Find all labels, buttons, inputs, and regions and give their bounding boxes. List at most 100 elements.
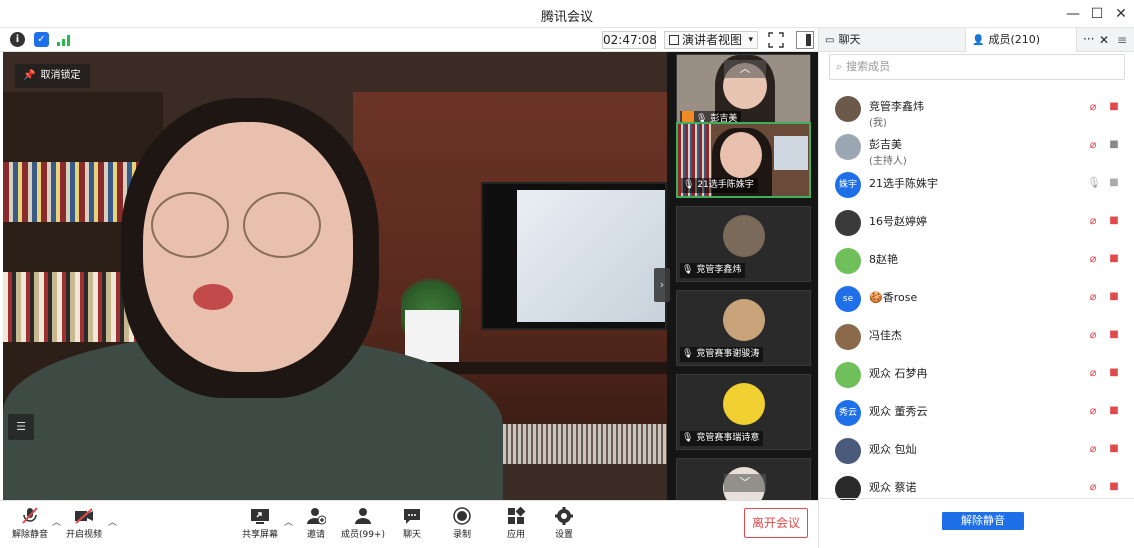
more-options-icon[interactable]: ··· [1083, 28, 1094, 50]
window-title: 腾讯会议 [540, 10, 593, 25]
fullscreen-icon[interactable] [768, 32, 784, 48]
mic-muted-icon[interactable]: ⌀ [1087, 138, 1099, 152]
member-row[interactable]: 观众 石梦冉 ⌀ ■ [819, 356, 1134, 392]
camera-off-icon[interactable]: ■ [1107, 215, 1121, 226]
mic-muted-icon[interactable]: ⌀ [1087, 442, 1099, 456]
mic-muted-icon: 🎙 [682, 349, 694, 359]
bottom-toolbar: 解除静音 ︿ 开启视频 ︿ 共享屏幕 ︿ 邀请 成员(99+) 聊天 录制 应用… [0, 500, 818, 548]
unmute-all-button[interactable]: 解除静音 [942, 512, 1024, 530]
minimize-button[interactable]: — [1062, 4, 1084, 24]
maximize-button[interactable]: ☐ [1086, 4, 1108, 24]
record-button[interactable]: 录制 [436, 507, 488, 545]
thumbnail-tile[interactable]: 🎙 竞管李鑫炜 [676, 206, 811, 282]
member-row[interactable]: 观众 蔡诺 ⌀ ■ [819, 470, 1134, 500]
thumbnail-tile-active[interactable]: 🎙 21选手陈姝宇 [676, 122, 811, 198]
unmute-label: 解除静音 [11, 530, 48, 540]
camera-off-icon[interactable]: ■ [1107, 367, 1121, 378]
mic-muted-icon [22, 507, 38, 524]
security-shield-icon[interactable]: ✓ [34, 32, 49, 47]
video-options-chevron-icon[interactable]: ︿ [108, 515, 117, 528]
view-mode-dropdown[interactable]: 演讲者视图 ▾ [664, 31, 758, 49]
member-row[interactable]: 秀云 观众 董秀云 ⌀ ■ [819, 394, 1134, 430]
thumbnail-scroll-up-icon[interactable]: ︿ [724, 60, 766, 78]
tv-screen [481, 182, 667, 330]
mic-muted-icon[interactable]: ⌀ [1087, 328, 1099, 342]
camera-off-icon[interactable]: ■ [1107, 253, 1121, 264]
share-screen-label: 共享屏幕 [241, 530, 278, 540]
members-button[interactable]: 成员(99+) [336, 507, 390, 545]
members-icon: 👤 [972, 35, 985, 46]
member-search-input[interactable]: ⌕ 搜索成员 [829, 54, 1125, 80]
mic-muted-icon[interactable]: ⌀ [1087, 100, 1099, 114]
thumbnail-caption: 🎙 竞管赛事瑞诗意 [680, 431, 764, 446]
panel-tabs: ▭ 聊天 👤 成员(210) ··· ✕ ≡ [819, 28, 1134, 52]
member-row[interactable]: se 🍪香rose ⌀ ■ [819, 280, 1134, 316]
thumbnail-scroll-down-icon[interactable]: ﹀ [724, 474, 766, 492]
member-row[interactable]: 8赵艳 ⌀ ■ [819, 242, 1134, 278]
member-name: 🍪香rose [869, 291, 918, 304]
mic-muted-icon[interactable]: ⌀ [1087, 480, 1099, 494]
member-name: 彭吉美 [869, 138, 902, 151]
camera-off-icon[interactable]: ■ [1107, 291, 1121, 302]
unlock-pin-label: 取消锁定 [40, 70, 81, 81]
close-window-button[interactable]: ✕ [1110, 4, 1132, 24]
mic-muted-icon[interactable]: ⌀ [1087, 366, 1099, 380]
camera-off-icon[interactable]: ■ [1107, 329, 1121, 340]
apps-button[interactable]: 应用 [490, 507, 542, 545]
member-row[interactable]: 姝宇 21选手陈姝宇 🎙 ■ [819, 166, 1134, 202]
toggle-sidebar-icon[interactable] [796, 31, 814, 49]
camera-icon[interactable]: ■ [1107, 139, 1121, 150]
title-bar: 腾讯会议 — ☐ ✕ [0, 0, 1134, 28]
collapse-thumbnails-icon[interactable]: › [654, 268, 670, 302]
mic-muted-icon[interactable]: ⌀ [1087, 290, 1099, 304]
mic-muted-icon[interactable]: ⌀ [1087, 404, 1099, 418]
camera-off-icon[interactable]: ■ [1107, 443, 1121, 454]
info-icon[interactable]: i [10, 32, 25, 47]
camera-off-icon[interactable]: ■ [1107, 405, 1121, 416]
avatar [835, 248, 861, 274]
close-panel-icon[interactable]: ✕ [1099, 28, 1109, 52]
avatar [835, 362, 861, 388]
member-row[interactable]: 彭吉美 (主持人) ⌀ ■ [819, 128, 1134, 167]
mic-icon[interactable]: 🎙 [1087, 176, 1101, 190]
mic-muted-icon[interactable]: ⌀ [1087, 252, 1099, 266]
meeting-toolbar: i ✓ 02:47:08 演讲者视图 ▾ [0, 28, 818, 52]
speaker-view-icon [669, 35, 679, 45]
camera-off-icon[interactable]: ■ [1107, 101, 1121, 112]
person-mouth [193, 284, 233, 310]
mic-muted-icon[interactable]: ⌀ [1087, 214, 1099, 228]
share-screen-button[interactable]: 共享屏幕 [234, 507, 286, 545]
chat-label: 聊天 [402, 530, 421, 540]
member-row[interactable]: 16号赵婷婷 ⌀ ■ [819, 204, 1134, 240]
member-role: (我) [869, 118, 887, 129]
thumbnail-tile[interactable]: 🎙 竞管赛事谢骏涛 [676, 290, 811, 366]
thumbnail-name: 竞管李鑫炜 [696, 265, 742, 275]
settings-button[interactable]: 设置 [538, 507, 590, 545]
member-row[interactable]: 竞管李鑫炜 (我) ⌀ ■ [819, 90, 1134, 129]
main-video-feed[interactable]: 📌 取消锁定 ☰ [3, 52, 667, 500]
tab-chat[interactable]: ▭ 聊天 [819, 28, 965, 52]
avatar [835, 476, 861, 500]
member-row[interactable]: 冯佳杰 ⌀ ■ [819, 318, 1134, 354]
chat-button[interactable]: 聊天 [386, 507, 438, 545]
invite-button[interactable]: 邀请 [290, 507, 342, 545]
tv-screen [774, 136, 808, 170]
avatar [835, 134, 861, 160]
thumbnail-tile[interactable]: 🎙 竞管赛事瑞诗意 [676, 374, 811, 450]
unlock-pin-button[interactable]: 📌 取消锁定 [15, 64, 91, 88]
member-name: 观众 蔡诺 [869, 481, 917, 494]
share-screen-icon [251, 509, 269, 524]
signal-strength-icon[interactable] [57, 34, 71, 49]
members-label: 成员(99+) [340, 530, 386, 540]
camera-icon[interactable]: ■ [1107, 177, 1121, 188]
thumbnail-name: 竞管赛事瑞诗意 [696, 433, 760, 443]
member-row[interactable]: 观众 包灿 ⌀ ■ [819, 432, 1134, 468]
leave-meeting-button[interactable]: 离开会议 [744, 508, 808, 538]
start-video-button[interactable]: 开启视频 [58, 507, 110, 545]
thumbnail-caption: 🎙 竞管赛事谢骏涛 [680, 347, 764, 362]
panel-menu-icon[interactable]: ≡ [1117, 28, 1127, 52]
list-menu-icon[interactable]: ☰ [8, 414, 34, 440]
camera-off-icon[interactable]: ■ [1107, 481, 1121, 492]
tab-members[interactable]: 👤 成员(210) [965, 28, 1077, 52]
unmute-button[interactable]: 解除静音 [4, 507, 56, 545]
